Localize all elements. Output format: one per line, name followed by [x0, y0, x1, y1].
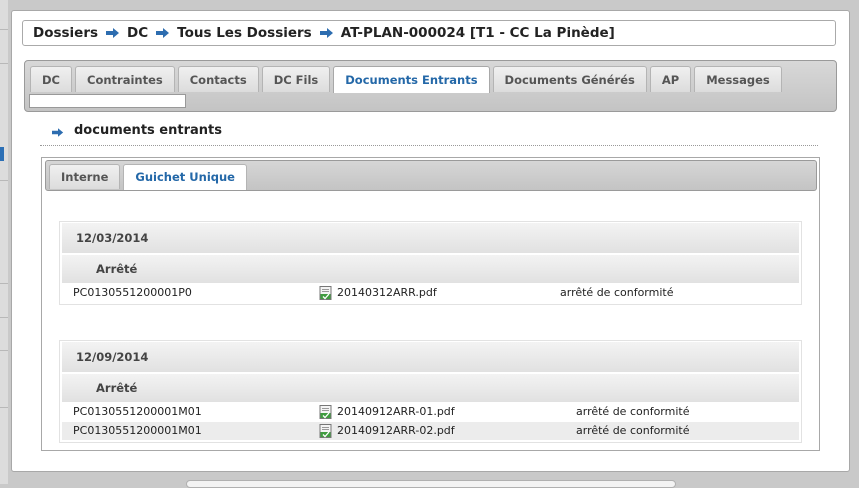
background-divider	[0, 407, 8, 408]
tab-documents-generes[interactable]: Documents Générés	[492, 66, 647, 92]
background-panel	[0, 0, 8, 484]
document-description: arrêté de conformité	[576, 424, 690, 437]
tab-documents-entrants[interactable]: Documents Entrants	[333, 66, 490, 93]
section-divider	[40, 145, 818, 146]
document-file-name[interactable]: 20140912ARR-02.pdf	[337, 422, 455, 440]
background-divider	[0, 63, 8, 64]
tab-contraintes[interactable]: Contraintes	[75, 66, 175, 92]
document-file-name[interactable]: 20140912ARR-01.pdf	[337, 403, 455, 421]
breadcrumb-tous-les-dossiers[interactable]: Tous Les Dossiers	[177, 25, 312, 41]
main-tabs-panel: DC Contraintes Contacts DC Fils Document…	[24, 60, 837, 112]
document-file[interactable]: 20140312ARR.pdf	[319, 284, 437, 302]
arrow-right-icon	[319, 28, 334, 38]
arrow-right-icon	[156, 28, 170, 38]
table-row: PC0130551200001P0 20140312ARR.pdf arrêté…	[62, 284, 799, 302]
breadcrumb-current-dossier: AT-PLAN-000024 [T1 - CC La Pinède]	[340, 25, 615, 41]
breadcrumb-dossiers[interactable]: Dossiers	[33, 25, 98, 41]
background-divider	[0, 350, 8, 351]
tab-dc-fils[interactable]: DC Fils	[261, 66, 331, 92]
tab-guichet-unique[interactable]: Guichet Unique	[123, 164, 247, 190]
tab-messages[interactable]: Messages	[694, 66, 782, 92]
document-file[interactable]: 20140912ARR-02.pdf	[319, 422, 455, 440]
main-tabbar: DC Contraintes Contacts DC Fils Document…	[30, 66, 785, 93]
breadcrumb-dc[interactable]: DC	[127, 25, 148, 41]
document-description: arrêté de conformité	[560, 286, 674, 299]
tab-dc[interactable]: DC	[30, 66, 72, 92]
documents-panel: Interne Guichet Unique 12/03/2014 Arrêté…	[41, 157, 820, 451]
pdf-file-icon	[319, 424, 333, 438]
background-divider	[0, 29, 8, 30]
tab-ap[interactable]: AP	[649, 66, 692, 92]
document-file[interactable]: 20140912ARR-01.pdf	[319, 403, 455, 421]
table-row: PC0130551200001M01 20140912ARR-02.pdf ar…	[62, 422, 799, 440]
background-bar	[186, 480, 676, 488]
sub-tabs-panel: Interne Guichet Unique	[45, 160, 817, 191]
arrow-right-icon	[52, 127, 66, 138]
pdf-file-icon	[319, 286, 333, 300]
section-header: documents entrants	[52, 123, 222, 138]
tab-interne[interactable]: Interne	[49, 164, 121, 189]
tab-contacts[interactable]: Contacts	[177, 66, 259, 92]
background-divider	[0, 283, 8, 284]
arrow-right-icon	[106, 28, 120, 38]
pdf-file-icon	[319, 405, 333, 419]
document-reference: PC0130551200001M01	[73, 424, 202, 437]
document-group: 12/03/2014 Arrêté PC0130551200001P0 2014…	[59, 221, 802, 305]
background-divider	[0, 180, 8, 181]
group-date: 12/09/2014	[62, 342, 799, 372]
document-reference: PC0130551200001P0	[73, 286, 192, 299]
tab-filter-input[interactable]	[29, 94, 186, 108]
background-selection-marker	[0, 147, 4, 161]
breadcrumb: Dossiers DC Tous Les Dossiers AT-PLAN-00…	[22, 20, 836, 46]
sub-tabbar: Interne Guichet Unique	[49, 164, 250, 190]
background-divider	[0, 317, 8, 318]
document-reference: PC0130551200001M01	[73, 405, 202, 418]
group-type: Arrêté	[62, 255, 799, 283]
group-date: 12/03/2014	[62, 223, 799, 253]
table-row: PC0130551200001M01 20140912ARR-01.pdf ar…	[62, 403, 799, 421]
section-title: documents entrants	[74, 123, 222, 138]
dossier-dialog: Dossiers DC Tous Les Dossiers AT-PLAN-00…	[11, 10, 850, 472]
document-file-name[interactable]: 20140312ARR.pdf	[337, 284, 437, 302]
document-group: 12/09/2014 Arrêté PC0130551200001M01 201…	[59, 340, 802, 443]
group-type: Arrêté	[62, 374, 799, 402]
document-description: arrêté de conformité	[576, 405, 690, 418]
